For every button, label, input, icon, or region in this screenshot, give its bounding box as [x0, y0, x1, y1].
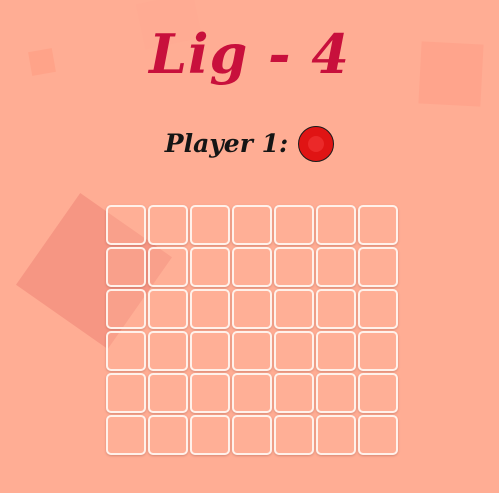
board-cell[interactable]: [316, 373, 356, 413]
board-cell[interactable]: [316, 415, 356, 455]
game-title: Lig - 4: [149, 22, 350, 86]
board-cell[interactable]: [106, 247, 146, 287]
board-cell[interactable]: [190, 247, 230, 287]
board-cell[interactable]: [148, 247, 188, 287]
board-cell[interactable]: [148, 331, 188, 371]
board-cell[interactable]: [316, 247, 356, 287]
board-cell[interactable]: [316, 289, 356, 329]
board-cell[interactable]: [190, 415, 230, 455]
board-cell[interactable]: [358, 331, 398, 371]
board-cell[interactable]: [358, 415, 398, 455]
board-cell[interactable]: [148, 205, 188, 245]
board-cell[interactable]: [148, 415, 188, 455]
board-cell[interactable]: [148, 289, 188, 329]
board-cell[interactable]: [232, 205, 272, 245]
board-cell[interactable]: [106, 415, 146, 455]
game-board: [106, 205, 401, 458]
board-cell[interactable]: [274, 415, 314, 455]
board-cell[interactable]: [106, 205, 146, 245]
board-cell[interactable]: [190, 331, 230, 371]
board-cell[interactable]: [316, 331, 356, 371]
board-cell[interactable]: [358, 205, 398, 245]
turn-indicator: Player 1:: [0, 124, 499, 164]
board-cell[interactable]: [274, 331, 314, 371]
board-cell[interactable]: [232, 247, 272, 287]
board-cell[interactable]: [106, 373, 146, 413]
board-cell[interactable]: [316, 205, 356, 245]
board-cell[interactable]: [232, 289, 272, 329]
current-player-disc: [298, 126, 335, 162]
board-cell[interactable]: [190, 373, 230, 413]
board-cell[interactable]: [274, 373, 314, 413]
board-cell[interactable]: [274, 247, 314, 287]
board-cell[interactable]: [358, 247, 398, 287]
board-cell[interactable]: [358, 289, 398, 329]
board-cell[interactable]: [274, 289, 314, 329]
board-cell[interactable]: [190, 205, 230, 245]
board-cell[interactable]: [358, 373, 398, 413]
board-cell[interactable]: [106, 289, 146, 329]
board-cell[interactable]: [232, 373, 272, 413]
board-cell[interactable]: [148, 373, 188, 413]
current-player-label: Player 1:: [164, 129, 289, 158]
board-cell[interactable]: [106, 331, 146, 371]
board-cell[interactable]: [232, 331, 272, 371]
board-cell[interactable]: [190, 289, 230, 329]
board-cell[interactable]: [232, 415, 272, 455]
board-cell[interactable]: [274, 205, 314, 245]
